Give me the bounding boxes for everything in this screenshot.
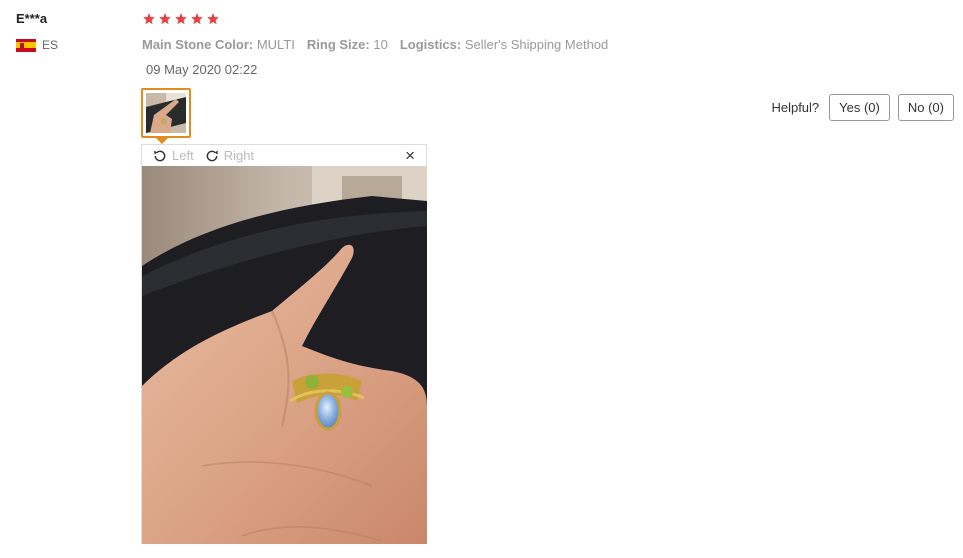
helpful-vote-group: Helpful? Yes (0) No (0) [771, 94, 954, 121]
star-icon [159, 13, 171, 25]
review-date: 09 May 2020 02:22 [146, 62, 258, 77]
helpful-yes-button[interactable]: Yes (0) [829, 94, 890, 121]
attribute-logistics: Logistics: Seller's Shipping Method [400, 37, 608, 52]
star-icon [191, 13, 203, 25]
rotate-right-icon [206, 150, 218, 161]
helpful-no-button[interactable]: No (0) [897, 94, 954, 121]
star-rating [142, 12, 220, 26]
attribute-value: MULTI [256, 37, 295, 52]
reviewer-name: E***a [16, 11, 48, 26]
star-icon [143, 13, 155, 25]
rotate-left-button[interactable]: Left [152, 148, 194, 164]
thumbnail-image [146, 93, 186, 133]
product-attributes: Main Stone Color: MULTI Ring Size: 10 Lo… [142, 37, 608, 52]
photo-viewer-toolbar: Left Right × [142, 145, 426, 166]
review-photo-large [142, 166, 427, 544]
attribute-label: Main Stone Color: [142, 37, 254, 52]
attribute-ring-size: Ring Size: 10 [307, 37, 388, 52]
helpful-label: Helpful? [771, 100, 820, 115]
star-icon [207, 13, 219, 25]
rotate-right-label: Right [223, 148, 255, 163]
attribute-label: Ring Size: [306, 37, 370, 52]
rotate-right-button[interactable]: Right [204, 148, 254, 164]
photo-viewer: Left Right × [141, 144, 427, 544]
attribute-value: 10 [373, 37, 388, 52]
attribute-label: Logistics: [399, 37, 462, 52]
attribute-value: Seller's Shipping Method [464, 37, 609, 52]
attribute-main-stone-color: Main Stone Color: MULTI [142, 37, 295, 52]
star-icon [175, 13, 187, 25]
review-photo-thumbnail[interactable] [141, 88, 191, 138]
reviewer-country: ES [16, 38, 58, 52]
country-code: ES [42, 38, 59, 52]
rotate-left-label: Left [172, 148, 194, 163]
rotate-left-icon [154, 150, 166, 161]
spain-flag-icon [16, 38, 36, 52]
close-icon[interactable]: × [405, 147, 415, 164]
